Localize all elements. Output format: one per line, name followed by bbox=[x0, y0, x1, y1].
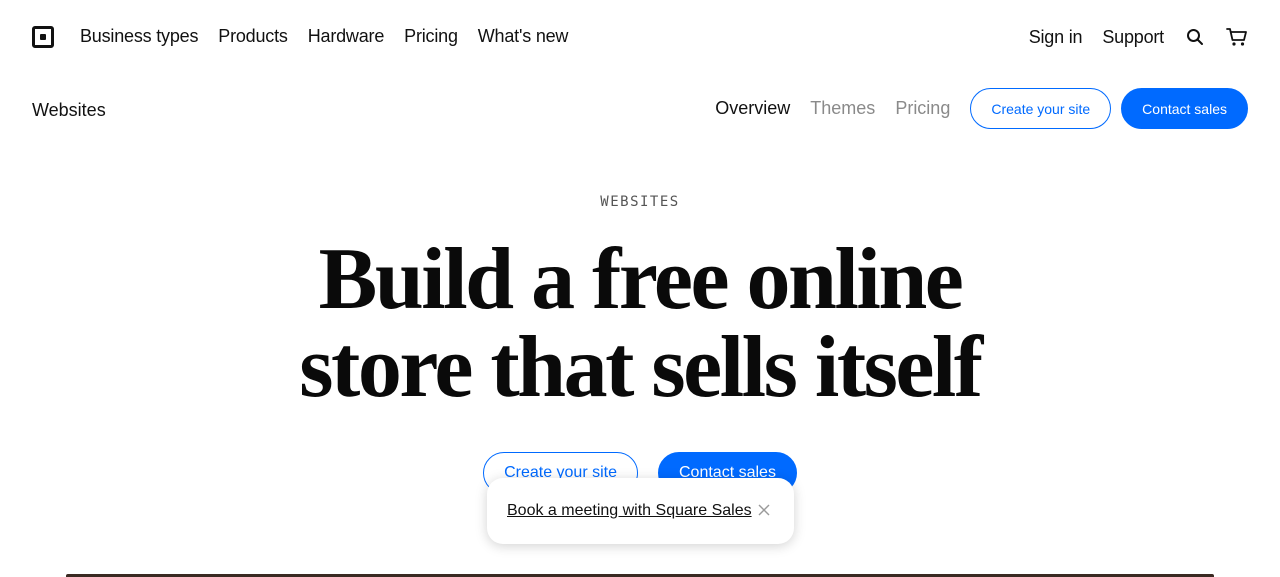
headline-line-2: store that sells itself bbox=[299, 319, 983, 416]
sign-in-link[interactable]: Sign in bbox=[1029, 27, 1083, 48]
websites-subnav: Websites Overview Themes Pricing Create … bbox=[0, 84, 1280, 134]
subnav-title[interactable]: Websites bbox=[32, 100, 106, 121]
primary-nav: Business types Products Hardware Pricing… bbox=[80, 26, 568, 47]
utility-nav: Sign in Support bbox=[1029, 26, 1248, 48]
subnav-create-site-button[interactable]: Create your site bbox=[970, 88, 1112, 129]
hero-headline: Build a free online store that sells its… bbox=[0, 236, 1280, 412]
tab-themes[interactable]: Themes bbox=[810, 98, 875, 119]
hero-eyebrow: WEBSITES bbox=[600, 194, 680, 210]
nav-hardware[interactable]: Hardware bbox=[308, 26, 385, 47]
subnav-contact-sales-button[interactable]: Contact sales bbox=[1121, 88, 1248, 129]
cart-icon[interactable] bbox=[1226, 26, 1248, 48]
top-navigation: Business types Products Hardware Pricing… bbox=[0, 0, 1280, 74]
book-meeting-link[interactable]: Book a meeting with Square Sales bbox=[507, 502, 752, 520]
subnav-actions: Overview Themes Pricing Create your site… bbox=[715, 88, 1248, 129]
search-icon[interactable] bbox=[1184, 26, 1206, 48]
nav-products[interactable]: Products bbox=[218, 26, 288, 47]
book-meeting-popup: Book a meeting with Square Sales bbox=[487, 478, 794, 544]
support-link[interactable]: Support bbox=[1102, 27, 1164, 48]
close-icon[interactable] bbox=[756, 502, 772, 518]
tab-pricing[interactable]: Pricing bbox=[895, 98, 950, 119]
nav-whats-new[interactable]: What's new bbox=[478, 26, 569, 47]
tab-overview[interactable]: Overview bbox=[715, 98, 790, 119]
nav-pricing[interactable]: Pricing bbox=[404, 26, 458, 47]
nav-business-types[interactable]: Business types bbox=[80, 26, 198, 47]
square-logo[interactable] bbox=[32, 26, 54, 48]
headline-line-1: Build a free online bbox=[318, 231, 964, 328]
